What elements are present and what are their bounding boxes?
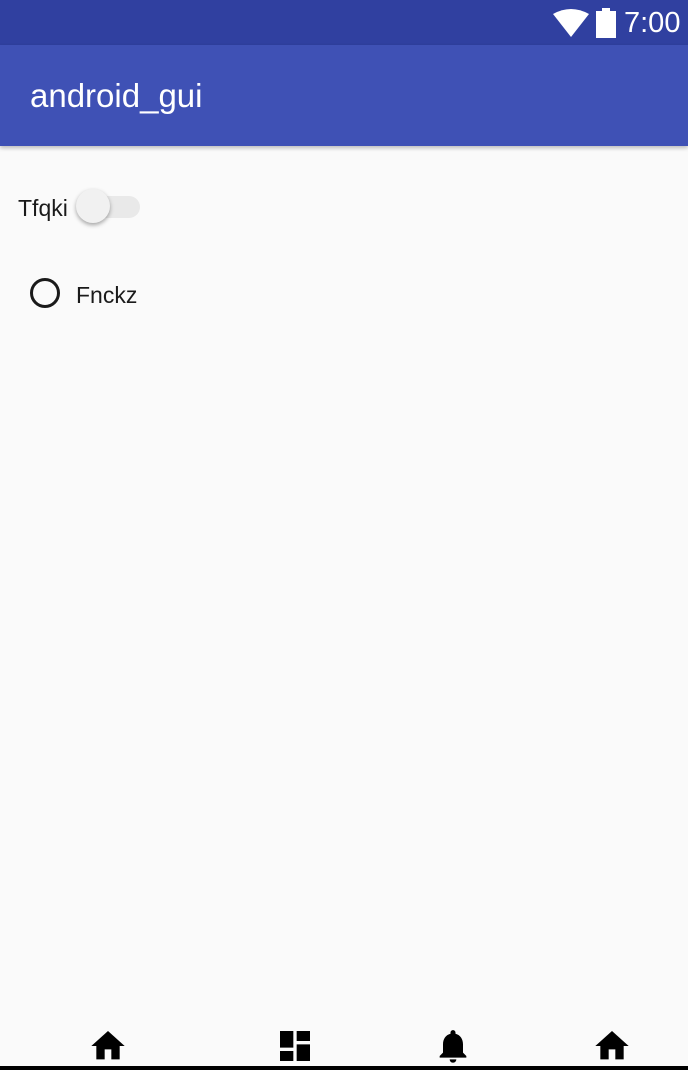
nav-notifications-icon[interactable] [433,1026,473,1066]
bottom-navigation [0,1012,688,1070]
status-bar: 7:00 [0,0,688,45]
switch-label: Tfqki [18,195,68,221]
nav-home-icon-2[interactable] [592,1026,632,1066]
content-area: Tfqki Fnckz [0,146,688,1012]
notifications-icon [439,1030,467,1063]
home-icon [595,1031,629,1060]
radio-label: Fnckz [76,282,138,308]
radio-row[interactable]: Fnckz [28,276,168,316]
wifi-icon [553,9,589,37]
app-title: android_gui [30,77,203,114]
app-bar: android_gui [0,45,688,146]
switch-row[interactable]: Tfqki [18,188,148,228]
battery-icon [596,8,616,38]
nav-dashboard-icon[interactable] [275,1026,315,1066]
status-time: 7:00 [624,7,681,39]
dashboard-icon [280,1031,310,1061]
switch-thumb[interactable] [76,189,110,223]
radio-button[interactable] [30,278,60,308]
bottom-divider [0,1066,688,1070]
nav-home-icon[interactable] [88,1026,128,1066]
home-icon [91,1031,125,1060]
